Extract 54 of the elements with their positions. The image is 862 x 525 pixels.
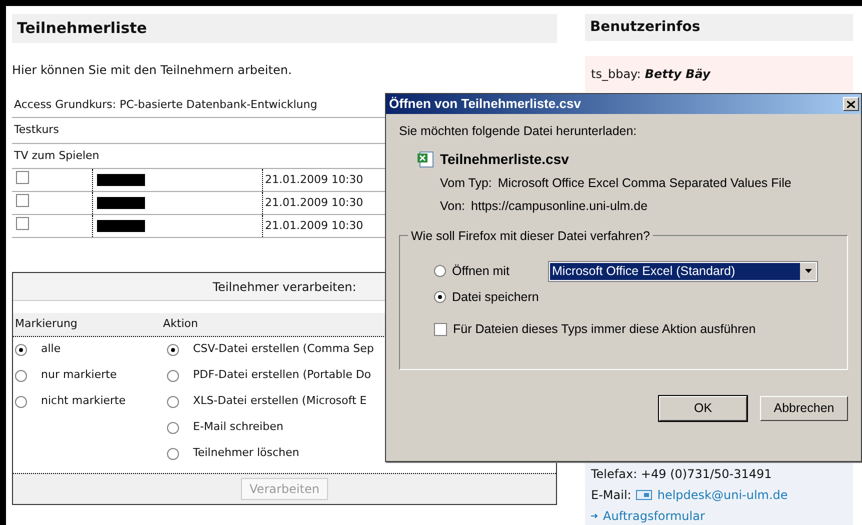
option-label: alle: [41, 341, 61, 358]
radio-button[interactable]: [167, 370, 179, 382]
redaction-bar: [97, 174, 145, 186]
redaction-bar: [97, 197, 145, 209]
option-label: nicht markierte: [41, 393, 126, 410]
radio-button[interactable]: [15, 344, 27, 356]
checkbox[interactable]: [434, 323, 447, 336]
option-label: PDF-Datei erstellen (Portable Do: [193, 367, 372, 384]
option-label: nur markierte: [41, 367, 117, 384]
order-form-link[interactable]: Auftragsformular: [603, 507, 705, 525]
checkbox-label: Für Dateien dieses Typs immer diese Aktion ausführen: [453, 321, 756, 338]
option-label: Teilnehmer löschen: [193, 445, 300, 462]
checkbox[interactable]: [16, 170, 29, 184]
email-label: E-Mail:: [591, 487, 632, 504]
close-button[interactable]: [843, 97, 859, 111]
email-link[interactable]: helpdesk@uni-ulm.de: [657, 486, 788, 504]
option-label: E-Mail schreiben: [193, 419, 284, 436]
file-type: Microsoft Office Excel Comma Separated Values File: [498, 174, 792, 192]
user-id: ts_bbay:: [591, 66, 641, 83]
app-dropdown[interactable]: Microsoft Office Excel (Standard): [548, 260, 818, 282]
sidebar-title: Benutzerinfos: [585, 14, 853, 41]
dialog-button[interactable]: Abbrechen: [760, 396, 848, 422]
close-icon: [847, 100, 855, 108]
radio-button[interactable]: [167, 422, 179, 434]
radio-button[interactable]: [167, 448, 179, 460]
envelope-icon: [636, 490, 652, 500]
arrow-icon: [591, 513, 599, 519]
type-label: Vom Typ:: [440, 174, 492, 192]
option-label: XLS-Datei erstellen (Microsoft E: [193, 393, 367, 410]
radio-button[interactable]: [434, 265, 446, 278]
checkbox[interactable]: [16, 216, 29, 230]
date-cell: 21.01.2009 10:30: [262, 192, 364, 214]
spreadsheet-icon: [417, 150, 434, 168]
intro-text: Hier können Sie mit den Teilnehmern arbeiten.: [12, 62, 293, 78]
column-header: Aktion: [163, 316, 198, 332]
source-url: https://campusonline.uni-ulm.de: [471, 198, 648, 215]
column-header: Markierung: [14, 316, 78, 332]
page-title: Teilnehmerliste: [12, 14, 557, 42]
radio-button[interactable]: [15, 370, 27, 382]
radio-button[interactable]: [434, 291, 446, 304]
redaction-bar: [97, 220, 145, 232]
fax-text: Telefax: +49 (0)731/50-31491: [591, 466, 773, 483]
dialog-button[interactable]: OK: [659, 396, 747, 422]
caret-icon: [800, 262, 816, 280]
date-cell: 21.01.2009 10:30: [262, 215, 364, 237]
radio-button[interactable]: [167, 396, 179, 408]
date-cell: 21.01.2009 10:30: [262, 169, 364, 191]
radio-button[interactable]: [167, 344, 179, 356]
user-name: Betty Bäy: [644, 66, 710, 83]
radio-button[interactable]: [15, 396, 27, 408]
option-label: CSV-Datei erstellen (Comma Sep: [193, 341, 374, 358]
checkbox[interactable]: [16, 194, 29, 207]
dropdown-value: Microsoft Office Excel (Standard): [550, 262, 800, 280]
source-label: Von:: [440, 198, 466, 214]
